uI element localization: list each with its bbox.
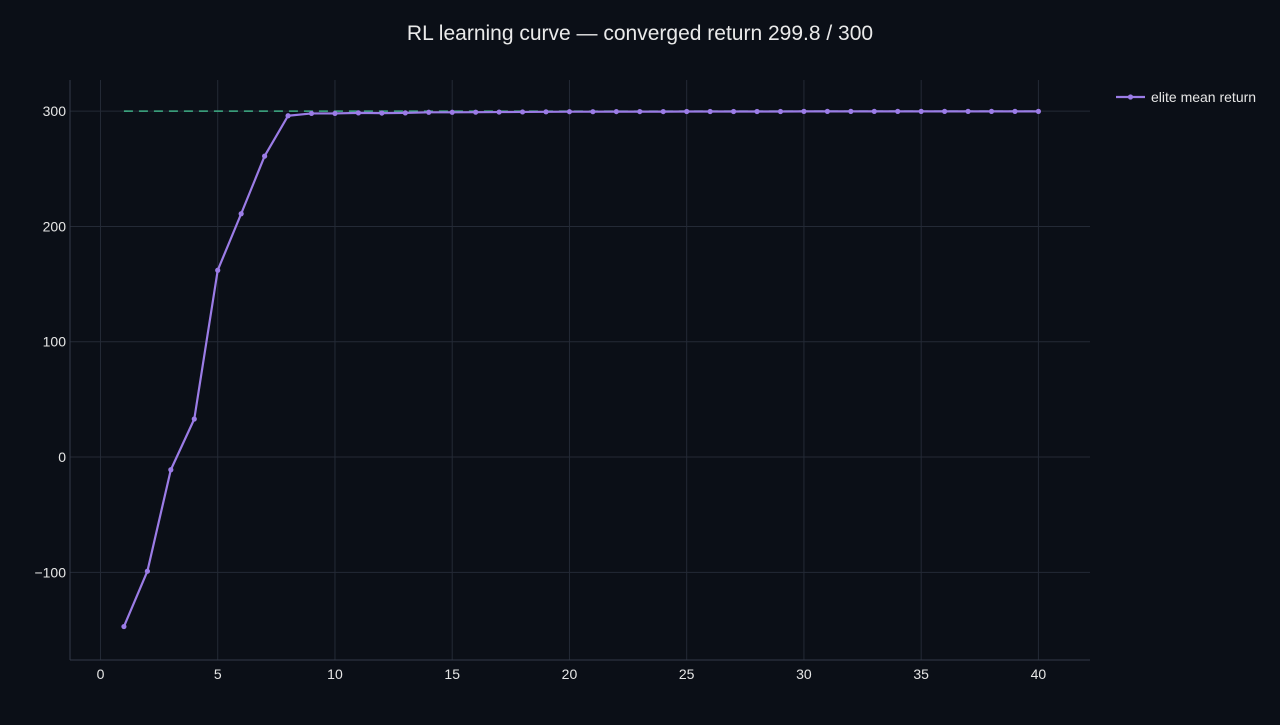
data-point	[801, 108, 807, 114]
data-point	[965, 108, 971, 114]
data-point	[215, 267, 221, 273]
data-point	[824, 108, 830, 114]
chart-title: RL learning curve — converged return 299…	[407, 22, 873, 45]
data-point	[426, 109, 432, 115]
data-point	[332, 110, 338, 117]
data-point	[379, 110, 385, 116]
y-tick-label: 200	[43, 218, 67, 234]
data-point	[473, 109, 479, 115]
data-point	[1035, 108, 1042, 114]
chart-figure: 0 5 10 15 20 25 30 35 40 −100 0 100 200 300 RL learni…	[0, 0, 1280, 720]
data-point	[1012, 108, 1018, 114]
data-point	[543, 109, 549, 115]
data-point	[942, 108, 948, 114]
data-point	[988, 108, 995, 114]
data-point	[777, 108, 784, 115]
data-point	[285, 113, 291, 119]
data-point	[168, 467, 174, 473]
x-tick-label: 25	[679, 666, 695, 682]
chart-background	[0, 0, 1280, 720]
legend-label: elite mean return	[1151, 89, 1256, 105]
y-tick-label: 0	[58, 449, 66, 465]
data-point	[308, 110, 315, 117]
data-point	[121, 623, 127, 630]
x-tick-label: 5	[214, 666, 222, 682]
data-point	[707, 108, 713, 115]
y-tick-label: 300	[43, 103, 67, 119]
data-point	[660, 108, 666, 115]
data-point	[496, 109, 502, 115]
data-point	[684, 108, 690, 115]
x-tick-label: 40	[1031, 666, 1047, 682]
data-point	[730, 108, 737, 115]
data-point	[191, 416, 197, 422]
x-tick-label: 30	[796, 666, 812, 682]
x-tick-label: 15	[444, 666, 460, 682]
data-point	[238, 211, 244, 217]
y-tick-label: 100	[43, 334, 67, 350]
data-point	[519, 109, 526, 115]
data-point	[402, 110, 408, 116]
data-point	[848, 108, 854, 114]
data-point	[637, 108, 643, 115]
data-point	[590, 109, 596, 115]
y-tick-label: −100	[34, 564, 66, 580]
data-point	[262, 153, 268, 159]
data-point	[355, 110, 362, 116]
x-tick-label: 20	[562, 666, 578, 682]
data-point	[895, 108, 901, 114]
data-point	[566, 109, 573, 115]
data-point	[449, 109, 455, 115]
data-point	[144, 568, 150, 574]
x-tick-label: 35	[913, 666, 929, 682]
x-tick-label: 0	[97, 666, 105, 682]
x-tick-label: 10	[327, 666, 343, 682]
legend-marker	[1127, 94, 1134, 100]
data-point	[918, 108, 924, 114]
data-point	[613, 108, 619, 115]
data-point	[754, 108, 760, 115]
chart-canvas: 0 5 10 15 20 25 30 35 40 −100 0 100 200 300 RL learni…	[0, 0, 1280, 720]
data-point	[871, 108, 877, 114]
